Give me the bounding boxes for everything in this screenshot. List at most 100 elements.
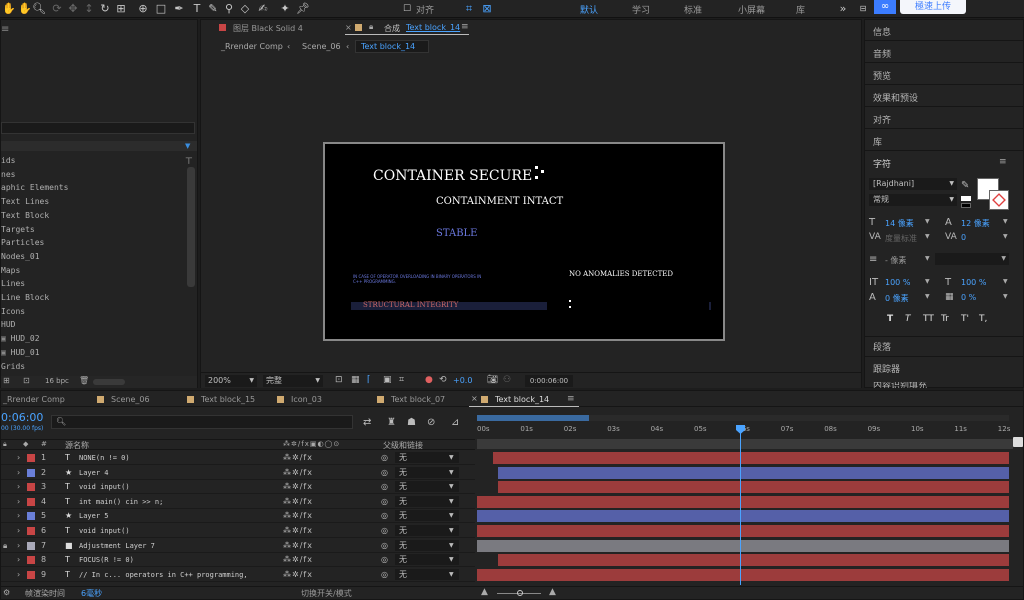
paragraph-panel[interactable]: 段落 — [873, 340, 891, 353]
search-help-icon[interactable]: ⊟ — [856, 2, 870, 16]
breadcrumb-root[interactable]: _Rrender Comp — [221, 42, 283, 51]
layer-row[interactable]: › 5 ★ Layer 5 ⁂✲/fx ◎ 无 ▼ — [1, 509, 475, 524]
parent-select[interactable]: 无 ▼ — [395, 466, 459, 478]
trash-icon[interactable]: 🗑︎ — [79, 376, 89, 385]
swatch-white[interactable] — [961, 196, 971, 201]
zoom-select[interactable]: 200% ▼ — [205, 375, 257, 387]
comp-tab-name[interactable]: Text block_14 — [406, 23, 460, 32]
tab-menu-icon[interactable]: ≡ — [461, 22, 469, 32]
parent-pickwhip-icon[interactable]: ◎ — [381, 480, 388, 494]
baseline-value[interactable]: 0 像素 — [885, 293, 909, 304]
dropdown-icon[interactable]: ▼ — [185, 143, 193, 150]
layer-name[interactable]: // In c... operators in C++ programming, — [79, 568, 248, 582]
show-snapshot-icon[interactable]: ⚇ — [503, 375, 511, 385]
layer-name[interactable]: void input() — [79, 480, 130, 494]
expand-arrow-icon[interactable]: › — [17, 451, 20, 465]
upload-button[interactable]: 極速上传 — [900, 0, 966, 14]
transparency-grid-icon[interactable]: ▦ — [351, 375, 360, 385]
layer-duration-bar[interactable] — [498, 466, 1010, 479]
close-icon[interactable]: × — [345, 23, 352, 32]
project-item[interactable]: Particles — [1, 236, 187, 250]
chevron-down-icon-13[interactable]: ▼ — [925, 293, 930, 300]
breadcrumb-scene[interactable]: Scene_06 — [302, 42, 341, 51]
layer-duration-bar[interactable] — [477, 495, 1009, 508]
project-item[interactable]: ▣ HUD_02 — [1, 332, 187, 346]
motion-blur-icon[interactable]: ⊘ — [427, 417, 435, 428]
all-caps-button[interactable]: TT — [923, 314, 934, 324]
snap-icon[interactable]: ⌗ — [462, 2, 476, 16]
vertical-scale-value[interactable]: 100 % — [885, 278, 910, 287]
exposure-value[interactable]: +0.0 — [453, 376, 472, 385]
right-panel-item[interactable]: 信息 — [873, 25, 891, 38]
expand-arrow-icon[interactable]: › — [17, 495, 20, 509]
workspace-library[interactable]: 库 — [796, 3, 805, 16]
project-hscroll[interactable] — [93, 379, 125, 385]
project-item[interactable]: ids — [1, 154, 187, 168]
parent-header[interactable]: 父级和链接 — [383, 440, 423, 451]
new-folder-icon[interactable]: ⊡ — [23, 376, 30, 385]
align-checkbox[interactable]: ☐ — [400, 2, 414, 16]
time-ruler[interactable]: 00s01s02s03s04s05s06s07s08s09s10s11s12s — [477, 425, 1013, 437]
project-item[interactable]: nes — [1, 168, 187, 182]
expand-arrow-icon[interactable]: › — [17, 553, 20, 567]
layer-row[interactable]: › 🔒︎ 7 ■ Adjustment Layer 7 ⁂✲/fx ◎ 无 ▼ — [1, 539, 475, 553]
layer-row[interactable]: › 3 Tvoid input() ⁂✲/fx ◎ 无 ▼ — [1, 480, 475, 495]
chevron-down-icon-9[interactable]: ▼ — [925, 255, 930, 262]
comp-flowchart-icon[interactable]: ⇄ — [363, 417, 371, 428]
stamp-icon[interactable]: ⚲ — [222, 2, 236, 16]
timeline-nav-bar[interactable] — [477, 439, 1013, 449]
lock-icon[interactable]: 🔒︎ — [369, 22, 373, 32]
label-swatch[interactable] — [27, 570, 35, 579]
type-icon[interactable]: T — [190, 2, 204, 16]
layer-duration-bar[interactable] — [498, 481, 1010, 494]
project-item[interactable]: Line Block — [1, 291, 187, 305]
rectangle-icon[interactable]: □ — [154, 2, 168, 16]
menu-icon[interactable]: ≡ — [1, 24, 9, 35]
parent-pickwhip-icon[interactable]: ◎ — [381, 568, 388, 582]
lock-icon[interactable]: 🔒︎ — [3, 539, 7, 553]
stroke-type-select[interactable]: ▼ — [935, 253, 1009, 265]
parent-select[interactable]: 无 ▼ — [395, 539, 459, 551]
anchor-icon[interactable]: ⊕ — [136, 2, 150, 16]
right-panel-item[interactable]: 音频 — [873, 47, 891, 60]
expand-arrow-icon[interactable]: › — [17, 524, 20, 538]
small-caps-button[interactable]: Tr — [941, 314, 949, 324]
mask-icon[interactable]: ⌈ — [367, 375, 371, 385]
layer-name[interactable]: Adjustment Layer 7 — [79, 539, 155, 553]
layer-switches[interactable]: ⁂✲/fx — [283, 466, 313, 480]
project-item[interactable]: Grids — [1, 360, 187, 374]
parent-select[interactable]: 无 ▼ — [395, 568, 459, 580]
right-panel-item[interactable]: 效果和预设 — [873, 91, 918, 104]
interpret-icon[interactable]: ⊞ — [3, 376, 10, 385]
chevron-down-icon-11[interactable]: ▼ — [925, 278, 930, 285]
layer-switches[interactable]: ⁂✲/fx — [283, 480, 313, 494]
character-menu-icon[interactable]: ≡ — [999, 157, 1007, 167]
layer-search-input[interactable]: 🔍︎ — [51, 415, 353, 429]
project-item[interactable]: ▣ HUD_01 — [1, 346, 187, 360]
orbit-icon[interactable]: ⟳ — [50, 2, 64, 16]
timeline-tab[interactable]: Scene_06 — [97, 391, 191, 407]
chevron-down-icon-5[interactable]: ▼ — [925, 218, 930, 225]
layer-name[interactable]: Layer 4 — [79, 466, 109, 480]
comp-tab-prefix[interactable]: 合成 — [384, 23, 400, 34]
timeline-tab[interactable]: Text block_15 — [187, 391, 281, 407]
parent-pickwhip-icon[interactable]: ◎ — [381, 451, 388, 465]
parent-select[interactable]: 无 ▼ — [395, 554, 459, 566]
layer-name[interactable]: Layer 5 — [79, 509, 109, 523]
content-aware-fill-panel[interactable]: 内容识别填充 — [873, 382, 927, 388]
expand-arrow-icon[interactable]: › — [17, 466, 20, 480]
current-timecode[interactable]: 0:06:00 — [1, 411, 43, 424]
work-area-bar[interactable] — [477, 415, 1009, 421]
roto-icon[interactable]: ✍ — [256, 2, 270, 16]
zoom-slider-thumb[interactable] — [517, 590, 523, 596]
pen-icon[interactable]: ✒ — [172, 2, 186, 16]
timecode-display[interactable]: 0:00:06:00 — [525, 375, 573, 387]
graph-editor-icon[interactable]: ⊿ — [451, 417, 459, 428]
parent-select[interactable]: 无 ▼ — [395, 525, 459, 536]
project-scrollbar[interactable] — [187, 167, 195, 287]
parent-pickwhip-icon[interactable]: ◎ — [381, 524, 388, 538]
parent-pickwhip-icon[interactable]: ◎ — [381, 466, 388, 480]
project-item[interactable]: Icons — [1, 305, 187, 319]
draft-3d-icon[interactable]: ♜ — [387, 417, 396, 428]
parent-select[interactable]: 无 ▼ — [395, 495, 459, 507]
